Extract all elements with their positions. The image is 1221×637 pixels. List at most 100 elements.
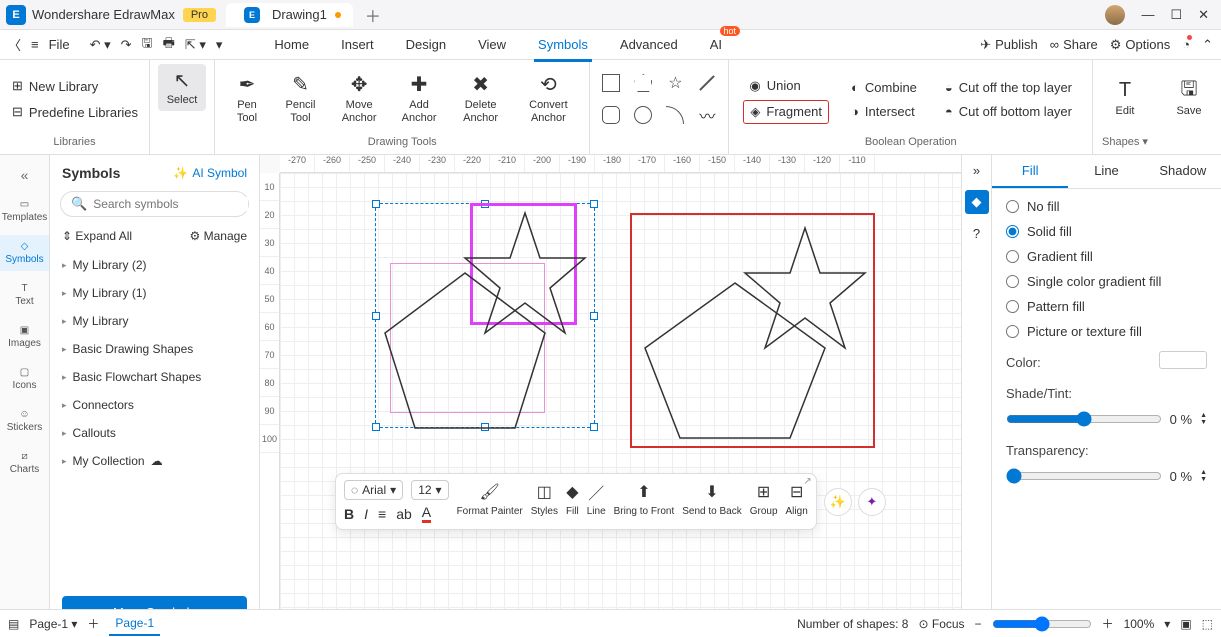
help-icon[interactable]: ? <box>973 226 980 241</box>
symbol-category[interactable]: ▸My Library (1) <box>50 279 259 307</box>
close-button[interactable]: ✕ <box>1198 7 1209 23</box>
collapse-rail-icon[interactable]: « <box>21 163 29 187</box>
move-anchor[interactable]: ✥Move Anchor <box>330 69 388 129</box>
font-color-button[interactable]: A <box>422 504 431 523</box>
notification-icon[interactable]: ◔ <box>1182 37 1190 52</box>
font-select[interactable]: ◌ Arial ▾ <box>344 480 403 500</box>
ai-enhance-icon[interactable]: ✦ <box>858 488 886 516</box>
trans-stepper[interactable]: ▲▼ <box>1200 469 1207 483</box>
shade-slider[interactable] <box>1006 411 1162 427</box>
add-anchor[interactable]: ✚Add Anchor <box>392 69 446 129</box>
rail-charts[interactable]: ⧄Charts <box>0 445 49 481</box>
rail-stickers[interactable]: ☺Stickers <box>0 403 49 439</box>
tab-ai[interactable]: AI hot <box>706 32 726 57</box>
send-back-button[interactable]: ⬇Send to Back <box>682 480 741 517</box>
tab-advanced[interactable]: Advanced <box>616 32 682 57</box>
italic-button[interactable]: I <box>364 506 368 522</box>
page-view-icon[interactable]: ▤ <box>8 617 19 631</box>
maximize-button[interactable]: ☐ <box>1170 7 1182 23</box>
fill-option[interactable]: Solid fill <box>1006 224 1207 239</box>
rail-templates[interactable]: ▭Templates <box>0 193 49 229</box>
edit-button[interactable]: TEdit <box>1101 75 1149 122</box>
expand-right-icon[interactable]: » <box>973 163 980 178</box>
freehand-shape[interactable]: 〰 <box>699 103 715 127</box>
expand-toolbar-icon[interactable]: ↗ <box>803 476 811 487</box>
rail-text[interactable]: TText <box>0 277 49 313</box>
fill-option[interactable]: Pattern fill <box>1006 299 1207 314</box>
tab-view[interactable]: View <box>474 32 510 57</box>
intersect-button[interactable]: ◑ Intersect <box>845 101 923 122</box>
ai-symbol-button[interactable]: ✨ AI Symbol <box>173 166 247 180</box>
save-icon[interactable]: 🖫 <box>142 34 153 56</box>
color-field[interactable] <box>1159 351 1207 369</box>
expand-all-button[interactable]: ⇕ Expand All <box>62 229 132 243</box>
search-input[interactable] <box>93 197 248 211</box>
shade-stepper[interactable]: ▲▼ <box>1200 412 1207 426</box>
tab-insert[interactable]: Insert <box>337 32 378 57</box>
rect-shape[interactable] <box>602 74 620 92</box>
symbol-category[interactable]: ▸My Library <box>50 307 259 335</box>
manage-button[interactable]: ⚙ Manage <box>190 229 247 243</box>
cut-top-button[interactable]: ◒ Cut off the top layer <box>939 77 1078 98</box>
search-field[interactable]: 🔍 <box>60 191 249 217</box>
symbol-category[interactable]: ▸Connectors <box>50 391 259 419</box>
file-menu[interactable]: File <box>49 37 70 52</box>
collapse-ribbon-icon[interactable]: ⌃ <box>1202 37 1213 53</box>
line-tab[interactable]: Line <box>1068 155 1144 188</box>
redo-button[interactable]: ↷ <box>121 37 132 53</box>
new-library-button[interactable]: ⊞ New Library <box>8 76 102 96</box>
convert-anchor[interactable]: ⟲Convert Anchor <box>515 69 581 129</box>
combine-button[interactable]: ◐ Combine <box>845 77 923 98</box>
styles-button[interactable]: ◫Styles <box>531 480 558 517</box>
minimize-button[interactable]: — <box>1141 7 1154 22</box>
publish-button[interactable]: ✈ Publish <box>980 37 1038 53</box>
export-icon[interactable]: ⇱ ▾ <box>185 37 206 53</box>
size-select[interactable]: 12 ▾ <box>411 480 448 500</box>
page-tab[interactable]: Page-1 <box>109 612 160 636</box>
rail-symbols[interactable]: ◇Symbols <box>0 235 49 271</box>
hamburger-icon[interactable]: ≡ <box>31 37 39 52</box>
bold-button[interactable]: B <box>344 506 354 522</box>
predefine-libraries-button[interactable]: ⊟ Predefine Libraries <box>8 102 142 122</box>
add-page-button[interactable]: ＋ <box>87 615 99 632</box>
fragment-button[interactable]: ◈ Fragment <box>743 100 829 124</box>
share-button[interactable]: ∞ Share <box>1050 37 1098 52</box>
pentagon-shape[interactable] <box>634 74 652 92</box>
symbol-category[interactable]: ▸Basic Drawing Shapes <box>50 335 259 363</box>
case-button[interactable]: ab <box>396 506 412 522</box>
group-button[interactable]: ⊞Group <box>750 480 778 517</box>
align-button[interactable]: ≡ <box>378 506 386 522</box>
add-tab-button[interactable]: ＋ <box>365 3 381 27</box>
fill-option[interactable]: Picture or texture fill <box>1006 324 1207 339</box>
fill-tool-icon[interactable]: ◆ <box>965 190 989 214</box>
undo-button[interactable]: ↶ ▾ <box>90 37 111 53</box>
left-shapes[interactable] <box>375 203 595 433</box>
canvas[interactable]: ◌ Arial ▾ 12 ▾ B I ≡ ab A 🖌Format Painte… <box>280 173 961 637</box>
trans-slider[interactable] <box>1006 468 1162 484</box>
symbol-category[interactable]: ▸Basic Flowchart Shapes <box>50 363 259 391</box>
fit-page-icon[interactable]: ▣ <box>1180 617 1191 631</box>
fit-width-icon[interactable]: ⬚ <box>1202 617 1213 631</box>
ellipse-shape[interactable] <box>634 106 652 124</box>
union-button[interactable]: ◉ Union <box>743 75 829 97</box>
arc-shape[interactable] <box>666 106 684 124</box>
shadow-tab[interactable]: Shadow <box>1145 155 1221 188</box>
roundrect-shape[interactable] <box>602 106 620 124</box>
back-button[interactable]: 〈 <box>8 35 21 54</box>
avatar[interactable] <box>1105 5 1125 25</box>
fill-option[interactable]: No fill <box>1006 199 1207 214</box>
tab-design[interactable]: Design <box>402 32 450 57</box>
star-shape[interactable]: ☆ <box>668 73 682 93</box>
bring-front-button[interactable]: ⬆Bring to Front <box>614 480 675 517</box>
fill-option[interactable]: Single color gradient fill <box>1006 274 1207 289</box>
tab-home[interactable]: Home <box>270 32 313 57</box>
fill-option[interactable]: Gradient fill <box>1006 249 1207 264</box>
cut-bottom-button[interactable]: ◓ Cut off bottom layer <box>939 101 1078 122</box>
rail-icons[interactable]: ▢Icons <box>0 361 49 397</box>
select-tool[interactable]: ↖ Select <box>158 64 206 111</box>
symbol-category[interactable]: ▸My Collection ☁ <box>50 447 259 475</box>
fill-tab[interactable]: Fill <box>992 155 1068 188</box>
zoom-in-button[interactable]: ＋ <box>1102 615 1114 632</box>
line-shape[interactable] <box>700 75 716 91</box>
zoom-out-button[interactable]: − <box>975 617 982 631</box>
